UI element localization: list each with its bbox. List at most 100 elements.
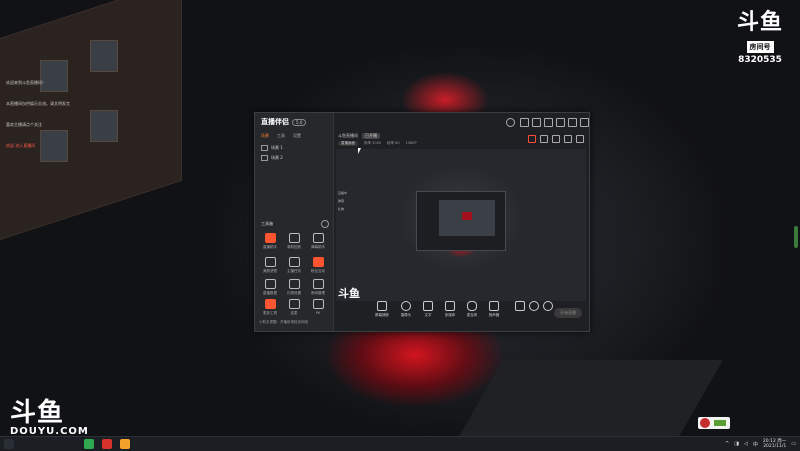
tool-item[interactable]: 粉丝互动 [307,257,329,275]
text-button[interactable]: 文字 [418,301,438,318]
tab-settings[interactable]: 设置 [293,133,301,139]
assistant-tip: 小助手提醒：开播前请检查网络 [259,320,308,324]
bell-icon[interactable] [564,135,572,143]
clock[interactable]: 20:12 周一 2021/11/1 [763,439,786,449]
tool-item[interactable]: 礼物设置 [283,279,305,297]
stream-note: 欢迎来到斗鱼直播间！ [6,80,46,85]
preview-mode-chip[interactable]: 直播画面 [338,141,358,146]
media-icon[interactable] [102,439,112,449]
tab-tools[interactable]: 工具 [277,133,285,139]
tool-icon [264,279,276,289]
speaker-icon [489,301,499,311]
camera-button[interactable]: 摄像头 [396,301,416,318]
wallpaper-shadow [456,360,724,436]
record-icon[interactable] [528,135,536,143]
mic-icon[interactable] [552,135,560,143]
room-number: 8320535 [738,55,782,65]
tool-label: 主播任务 [287,269,301,273]
tool-label: 录制回放 [287,245,301,249]
tool-item[interactable]: 弹幕助手 [307,233,329,251]
scene-item[interactable]: 场景 2 [261,155,283,161]
stream-notes: 欢迎来到斗鱼直播间！ 本直播间仅供娱乐交流，请文明发言 喜欢主播请点个关注 欢迎… [6,78,96,162]
menu-icon[interactable] [544,118,553,127]
tool-label: 扬声器 [488,313,500,317]
microphone-button[interactable]: 麦克风 [462,301,482,318]
tool-icon [288,279,300,289]
close-icon[interactable] [580,118,589,127]
room-label: 房间号 [746,41,774,53]
volume-icon[interactable]: ◁ [744,441,748,447]
stream-preview[interactable]: 直播中 弹幕 礼物 斗鱼 [336,149,586,301]
speaker-button[interactable]: 扬声器 [484,301,504,318]
tool-label: 礼物设置 [287,291,301,295]
side-panel-handle[interactable] [794,226,798,248]
skin-icon[interactable] [520,118,529,127]
app-right-panel: 斗鱼直播间 已开播 直播画面 码率 3000 帧率 60 1080P 直播中 弹幕… [334,113,589,331]
source-toolbar: 屏幕捕获 摄像头 文字 多媒体 麦克风 扬声器 开始直播 [334,301,589,331]
floating-widget[interactable] [698,417,730,429]
tool-label: 直播数据 [263,291,277,295]
lock-icon[interactable] [540,135,548,143]
app-left-panel: 直播伴侣 5.0 场景 工具 设置 场景 1 场景 2 工具箱 直播助手 录制回放… [255,113,334,331]
tool-item[interactable]: PK [307,299,329,317]
tool-label: 粉丝互动 [311,269,325,273]
tool-label: 麦克风 [466,313,478,317]
tool-icon [312,257,324,267]
camera-icon [401,301,411,311]
douyu-app-icon[interactable] [120,439,130,449]
maximize-icon[interactable] [568,118,577,127]
tool-item[interactable]: 直播助手 [259,233,281,251]
douyu-logo: 斗鱼 [10,398,65,428]
media-button[interactable]: 多媒体 [440,301,460,318]
tool-label: 直播助手 [263,245,277,249]
streaming-app-window: 直播伴侣 5.0 场景 工具 设置 场景 1 场景 2 工具箱 直播助手 录制回放… [254,112,590,332]
room-title-line: 斗鱼直播间 已开播 [338,133,380,139]
media-icon [445,301,455,311]
version-badge: 5.0 [292,119,307,126]
stream-note: 喜欢主播请点个关注 [6,122,42,127]
tab-scenes[interactable]: 场景 [261,133,269,139]
chevron-up-icon[interactable]: ^ [725,441,729,447]
wallpaper-window [90,40,118,72]
start-icon[interactable] [4,439,14,449]
gear-icon[interactable] [321,220,329,228]
tool-item[interactable]: 房间管理 [307,279,329,297]
browser-icon[interactable] [84,439,94,449]
tool-item[interactable]: 直播数据 [259,279,281,297]
tool-label: 美颜滤镜 [263,269,277,273]
text-icon [423,301,433,311]
tool-icon [312,279,324,289]
input-language[interactable]: 中 [753,441,758,448]
status-badge [714,420,726,426]
tool-label: 屏幕捕获 [375,313,389,317]
scene-label: 场景 2 [271,155,283,160]
tool-item[interactable]: 录制回放 [283,233,305,251]
tool-item[interactable]: 连麦 [283,299,305,317]
share-icon[interactable] [576,135,584,143]
tool-item[interactable]: 更多工具 [259,299,281,317]
tool-item[interactable]: 美颜滤镜 [259,257,281,275]
screen-capture-button[interactable]: 屏幕捕获 [372,301,392,318]
go-live-button[interactable]: 开始直播 [554,308,582,318]
tool-icon [312,299,324,309]
scene-item[interactable]: 场景 1 [261,145,283,151]
app-logo-text: 直播伴侣 [261,118,289,126]
preview-line: 直播中 [338,191,348,195]
network-icon[interactable]: ◨ [734,441,739,447]
feedback-icon[interactable] [532,118,541,127]
preview-overlay-text: 直播中 弹幕 礼物 [338,189,347,213]
scene-label: 场景 1 [271,145,283,150]
avatar[interactable] [506,118,515,127]
minimize-icon[interactable] [556,118,565,127]
tool-item[interactable]: 主播任务 [283,257,305,275]
stream-note: 本直播间仅供娱乐交流，请文明发言 [6,101,70,106]
tool-icon [312,233,324,243]
resolution-info: 1080P [405,141,417,145]
stream-note-highlight: 欢迎 进入直播间 [6,143,36,148]
notification-icon[interactable]: ▭ [791,441,796,447]
tool-label: 连麦 [290,311,298,315]
eye-icon [261,145,268,151]
tool-icon [264,257,276,267]
mouse-cursor [358,148,361,154]
tool-label: 弹幕助手 [311,245,325,249]
